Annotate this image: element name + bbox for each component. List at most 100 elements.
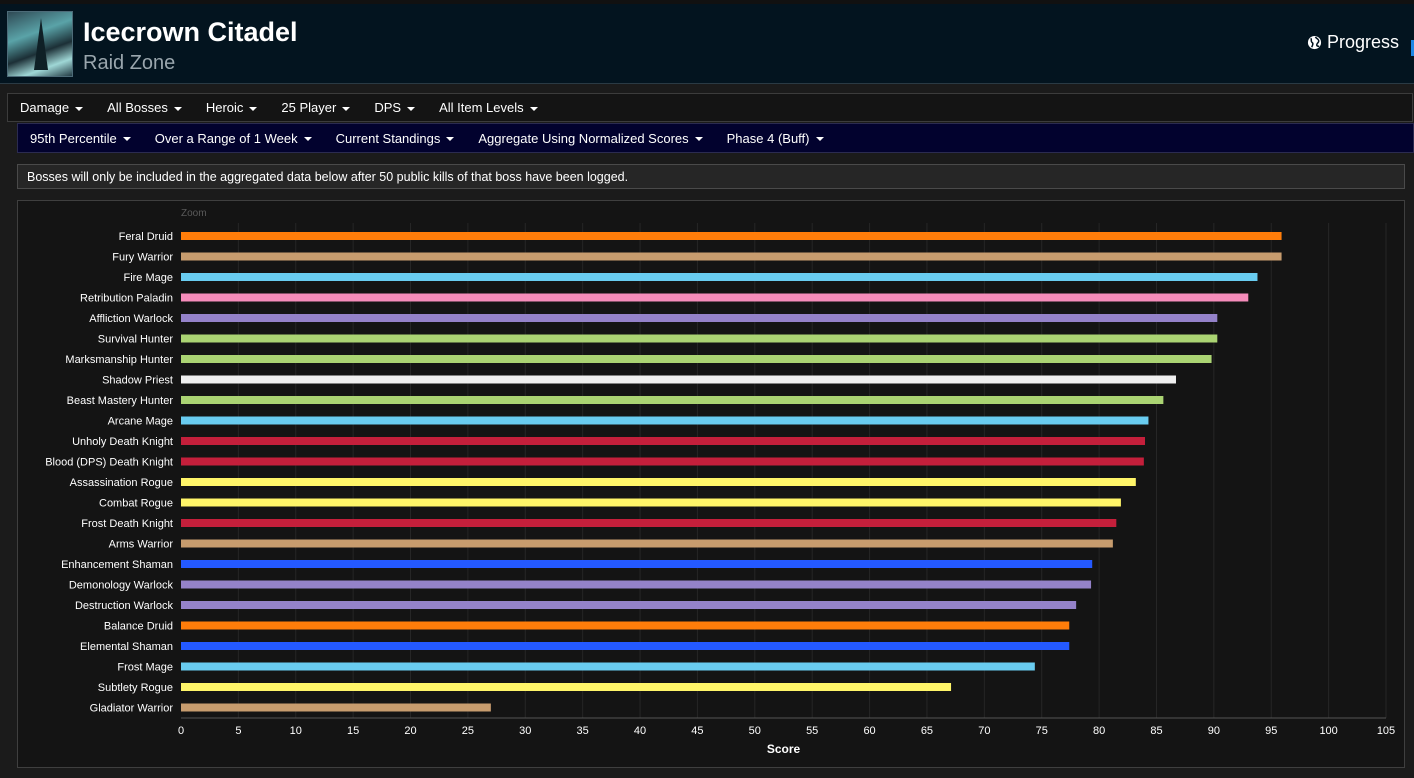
bar	[181, 396, 1164, 404]
caret-down-icon	[75, 106, 84, 111]
bar	[181, 416, 1149, 425]
category-label: Elemental Shaman	[80, 641, 173, 653]
x-tick-label: 5	[235, 725, 241, 737]
bar	[181, 314, 1218, 322]
x-tick-label: 60	[863, 725, 875, 737]
caret-down-icon	[173, 106, 182, 111]
progress-label: Progress	[1326, 32, 1399, 52]
bar	[181, 683, 952, 691]
category-label: Gladiator Warrior	[90, 703, 174, 715]
caret-down-icon	[694, 137, 703, 142]
category-label: Shadow Priest	[102, 375, 173, 387]
bar	[181, 580, 1092, 589]
zone-header: Icecrown Citadel Raid Zone Progress	[0, 4, 1414, 84]
category-label: Fire Mage	[123, 272, 173, 284]
category-label: Unholy Death Knight	[72, 436, 173, 448]
icecrown-citadel-zone-icon	[7, 11, 73, 77]
category-label: Combat Rogue	[99, 498, 173, 510]
zoom-label: Zoom	[181, 208, 207, 219]
metric-dropdown[interactable]: Damage	[20, 100, 84, 115]
x-tick-label: 30	[519, 725, 531, 737]
bar	[181, 355, 1212, 363]
bar	[181, 232, 1282, 240]
bar	[181, 375, 1176, 384]
role-dropdown[interactable]: DPS	[374, 100, 416, 115]
x-tick-label: 10	[290, 725, 302, 737]
score-bar-chart: Zoom Feral Druid Fury Warrior Fire Mage Retr…	[45, 208, 1395, 756]
category-label: Affliction Warlock	[89, 313, 173, 325]
range-dropdown[interactable]: Over a Range of 1 Week	[155, 131, 312, 146]
category-label: Feral Druid	[119, 231, 173, 243]
x-tick-label: 85	[1150, 725, 1162, 737]
category-label: Beast Mastery Hunter	[67, 395, 174, 407]
primary-filter-bar: Damage All Bosses Heroic 25 Player DPS A…	[7, 93, 1413, 122]
caret-down-icon	[249, 106, 258, 111]
caret-down-icon	[815, 137, 824, 142]
category-label: Demonology Warlock	[69, 580, 174, 592]
bar	[181, 601, 1077, 609]
caret-down-icon	[342, 106, 351, 111]
x-tick-label: 50	[749, 725, 761, 737]
zone-title: Icecrown Citadel	[83, 17, 298, 47]
x-tick-label: 40	[634, 725, 646, 737]
x-tick-label: 80	[1093, 725, 1105, 737]
percentile-dropdown[interactable]: 95th Percentile	[30, 131, 131, 146]
category-label: Frost Mage	[117, 662, 173, 674]
phase-dropdown[interactable]: Phase 4 (Buff)	[727, 131, 824, 146]
zone-subtitle: Raid Zone	[83, 52, 176, 74]
caret-down-icon	[303, 137, 312, 142]
category-label: Enhancement Shaman	[61, 559, 173, 571]
bar	[181, 621, 1070, 630]
x-axis-title: Score	[767, 742, 801, 756]
x-tick-label: 100	[1319, 725, 1337, 737]
category-label: Frost Death Knight	[81, 518, 173, 530]
bar	[181, 539, 1113, 548]
bar	[181, 334, 1218, 343]
category-label: Arcane Mage	[108, 416, 173, 428]
bar	[181, 273, 1258, 281]
caret-down-icon	[407, 106, 416, 111]
category-label: Blood (DPS) Death Knight	[45, 457, 173, 469]
size-dropdown[interactable]: 25 Player	[281, 100, 351, 115]
bar	[181, 498, 1121, 507]
bar	[181, 457, 1144, 466]
category-label: Assassination Rogue	[70, 477, 173, 489]
x-tick-label: 70	[978, 725, 990, 737]
difficulty-dropdown[interactable]: Heroic	[206, 100, 258, 115]
bar	[181, 662, 1035, 671]
x-tick-label: 65	[921, 725, 933, 737]
globe-icon	[1307, 35, 1322, 50]
bar	[181, 703, 491, 712]
category-label: Fury Warrior	[112, 252, 173, 264]
secondary-filter-bar: 95th Percentile Over a Range of 1 Week C…	[17, 123, 1414, 153]
bar	[181, 293, 1249, 302]
category-label: Balance Druid	[104, 621, 173, 633]
x-tick-label: 55	[806, 725, 818, 737]
bar	[181, 252, 1282, 261]
x-tick-label: 75	[1036, 725, 1048, 737]
x-tick-label: 45	[691, 725, 703, 737]
category-label: Subtlety Rogue	[98, 682, 173, 694]
category-label: Arms Warrior	[109, 539, 174, 551]
aggregation-notice: Bosses will only be included in the aggr…	[17, 164, 1405, 189]
x-tick-label: 20	[404, 725, 416, 737]
x-tick-label: 15	[347, 725, 359, 737]
score-chart: Zoom Feral Druid Fury Warrior Fire Mage Retr…	[17, 200, 1405, 768]
category-label: Survival Hunter	[98, 334, 174, 346]
x-tick-label: 25	[462, 725, 474, 737]
boss-dropdown[interactable]: All Bosses	[107, 100, 182, 115]
x-tick-label: 90	[1208, 725, 1220, 737]
bar	[181, 478, 1136, 486]
bar	[181, 642, 1070, 650]
x-tick-label: 95	[1265, 725, 1277, 737]
category-label: Marksmanship Hunter	[65, 354, 173, 366]
caret-down-icon	[529, 106, 538, 111]
item-level-dropdown[interactable]: All Item Levels	[439, 100, 538, 115]
x-tick-label: 105	[1377, 725, 1395, 737]
aggregate-dropdown[interactable]: Aggregate Using Normalized Scores	[478, 131, 703, 146]
progress-link[interactable]: Progress	[1307, 32, 1399, 53]
bar	[181, 560, 1093, 568]
standings-dropdown[interactable]: Current Standings	[336, 131, 455, 146]
bar	[181, 519, 1117, 527]
x-tick-label: 0	[178, 725, 184, 737]
